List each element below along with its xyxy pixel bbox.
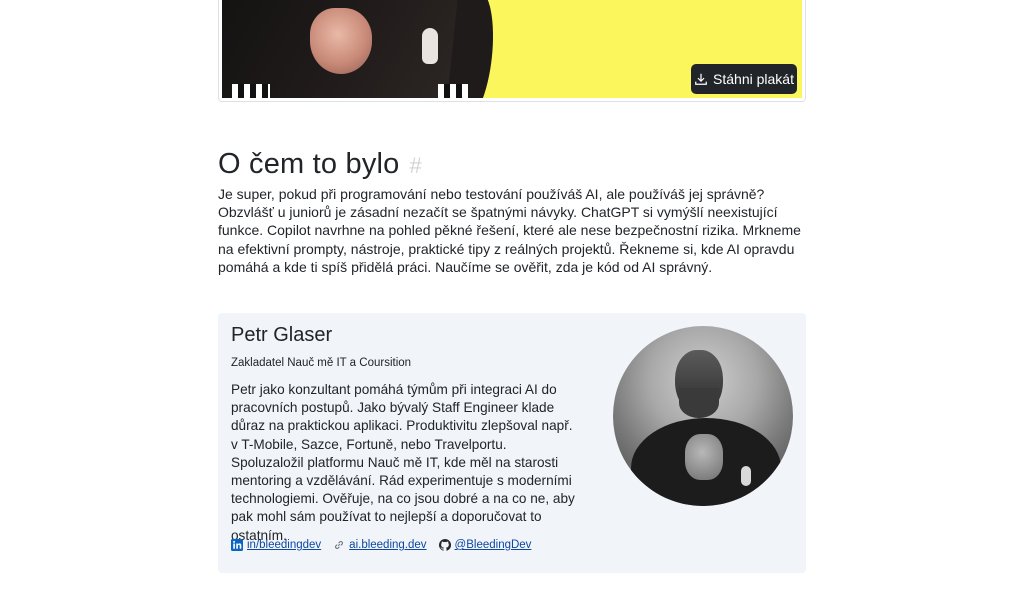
download-poster-label: Stáhni plakát — [713, 71, 794, 87]
github-link[interactable]: @BleedingDev — [438, 539, 532, 551]
speaker-role: Zakladatel Nauč mě IT a Coursition — [231, 357, 412, 369]
poster-fist — [310, 8, 372, 74]
poster-image: Stáhni plakát — [222, 0, 802, 98]
poster-checker-pattern — [438, 84, 468, 98]
speaker-photo-patch — [741, 466, 751, 486]
github-link-label: @BleedingDev — [454, 539, 532, 551]
speaker-links: in/bleedingdev ai.bleeding.dev @Bleeding… — [231, 539, 531, 551]
download-poster-button[interactable]: Stáhni plakát — [691, 64, 797, 94]
section-intro-text: Je super, pokud při programování nebo te… — [218, 186, 801, 275]
linkedin-link-label: in/bleedingdev — [247, 539, 322, 551]
linkedin-link[interactable]: in/bleedingdev — [231, 539, 321, 551]
website-link[interactable]: ai.bleeding.dev — [333, 539, 427, 551]
speaker-card: Petr Glaser Zakladatel Nauč mě IT a Cour… — [218, 313, 806, 573]
speaker-photo-beard — [679, 388, 719, 418]
section-title-text: O čem to bylo — [218, 148, 400, 180]
speaker-name: Petr Glaser — [231, 324, 333, 346]
poster-checker-pattern — [232, 84, 270, 98]
poster-skull-patch — [422, 28, 438, 64]
link-icon — [335, 540, 344, 550]
speaker-bio: Petr jako konzultant pomáhá týmům při in… — [231, 382, 575, 543]
speaker-photo-fist — [685, 434, 723, 480]
section-title: O čem to bylo # — [218, 148, 422, 181]
website-link-label: ai.bleeding.dev — [349, 539, 427, 551]
speaker-photo — [613, 326, 793, 506]
poster-image-frame: Stáhni plakát — [218, 0, 806, 102]
linkedin-icon — [231, 539, 243, 551]
heading-anchor-link[interactable]: # — [410, 153, 422, 178]
github-icon — [438, 539, 451, 551]
download-icon — [695, 73, 707, 85]
